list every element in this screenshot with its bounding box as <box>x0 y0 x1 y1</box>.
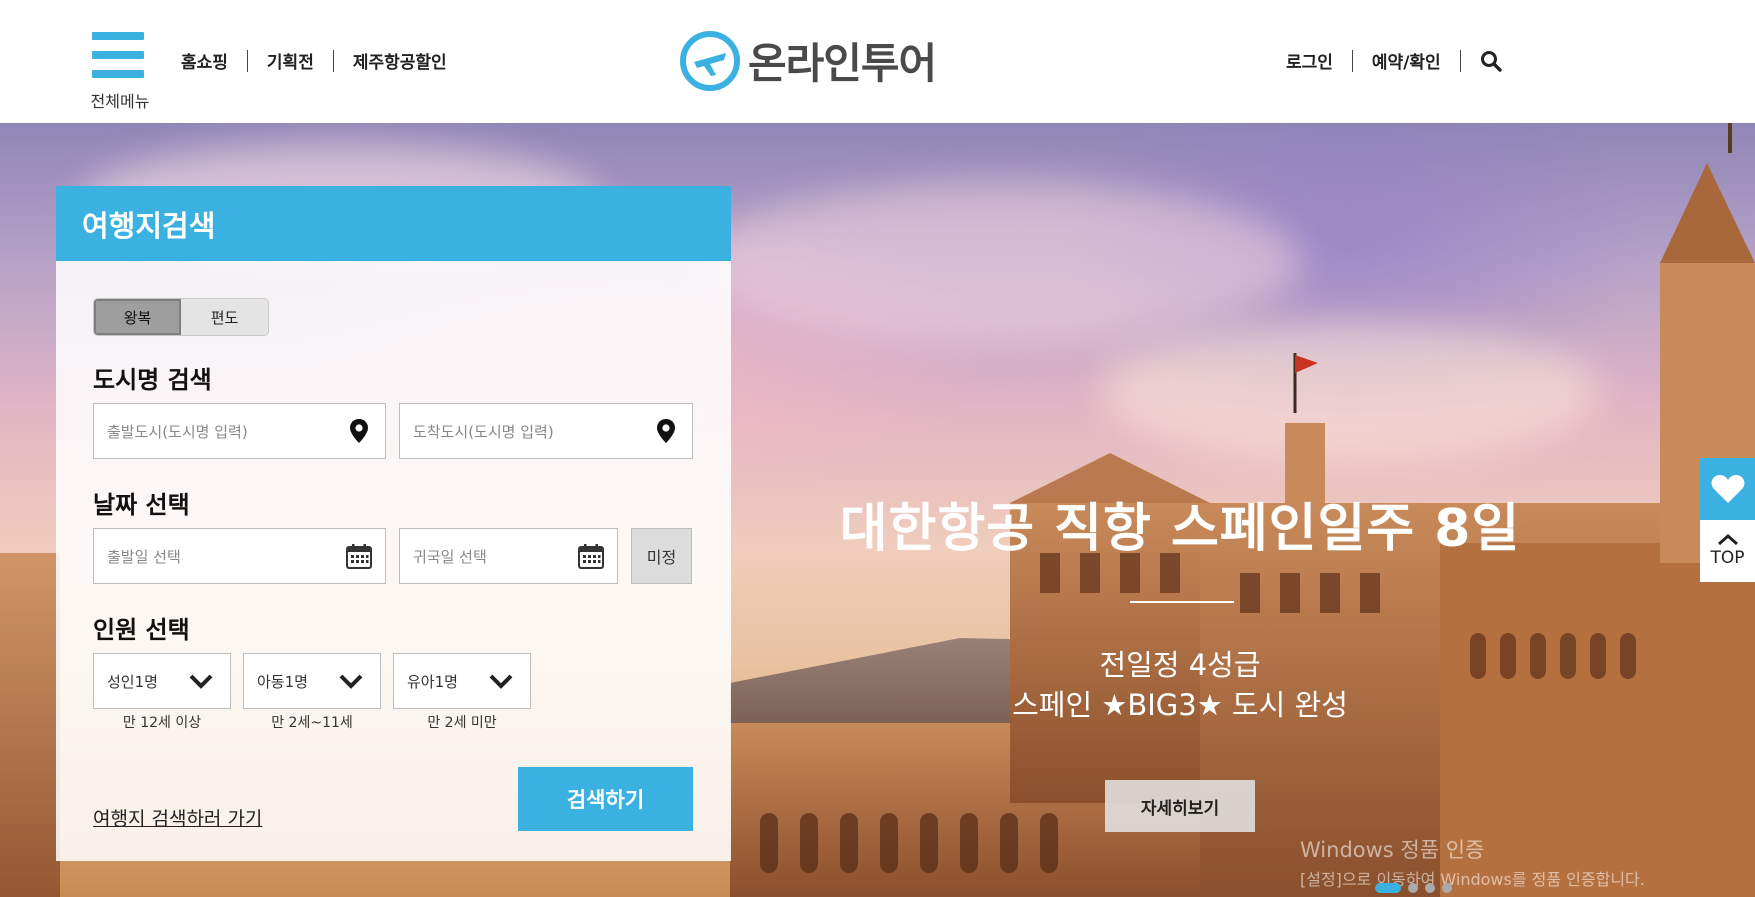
hero-title: 대한항공 직항 스페인일주 8일 <box>839 499 1521 559</box>
depart-date-placeholder: 출발일 선택 <box>107 547 181 566</box>
scroll-top-button[interactable]: TOP <box>1700 520 1755 582</box>
wishlist-button[interactable] <box>1700 458 1755 520</box>
nav-divider <box>246 49 248 72</box>
slide-pagination <box>1375 883 1452 893</box>
all-menu-button[interactable]: 전체메뉴 <box>84 28 152 111</box>
watermark-line2: [설정]으로 이동하여 Windows를 정품 인증합니다. <box>1300 870 1645 889</box>
destination-search-panel: 여행지검색 왕복 편도 도시명 검색 출발도시(도시명 입력) 도착도시(도시명… <box>56 186 731 861</box>
infant-age-note: 만 2세 미만 <box>427 715 497 731</box>
chevron-up-icon <box>1717 534 1738 546</box>
slide-dot[interactable] <box>1442 883 1452 893</box>
arrival-city-input[interactable]: 도착도시(도시명 입력) <box>399 403 693 459</box>
util-nav: 로그인 예약/확인 <box>1286 48 1502 73</box>
date-section-title: 날짜 선택 <box>93 491 190 519</box>
arrival-city-placeholder: 도착도시(도시명 입력) <box>413 422 554 441</box>
hero-subtitle-line1: 전일정 4성급 <box>1099 648 1261 682</box>
one-way-tab[interactable]: 편도 <box>181 299 268 335</box>
slide-dot[interactable] <box>1425 883 1435 893</box>
chevron-down-icon <box>339 674 363 689</box>
undecided-date-button[interactable]: 미정 <box>631 528 692 584</box>
infant-count-value: 유아1명 <box>407 672 458 691</box>
panel-title: 여행지검색 <box>82 208 216 243</box>
all-menu-label: 전체메뉴 <box>90 92 150 111</box>
reservation-check-link[interactable]: 예약/확인 <box>1372 48 1441 73</box>
trip-type-toggle: 왕복 편도 <box>93 298 269 336</box>
return-date-input[interactable]: 귀국일 선택 <box>399 528 618 584</box>
login-link[interactable]: 로그인 <box>1286 48 1333 73</box>
slide-dot[interactable] <box>1375 883 1401 893</box>
nav-jeju-air-discount[interactable]: 제주항공할인 <box>353 48 447 73</box>
search-button[interactable]: 검색하기 <box>518 767 693 831</box>
chevron-down-icon <box>189 674 213 689</box>
detail-button[interactable]: 자세히보기 <box>1105 780 1255 832</box>
go-destination-search-link[interactable]: 여행지 검색하러 가기 <box>93 804 262 831</box>
hero-subtitle-line2: 스페인 ★BIG3★ 도시 완성 <box>1012 688 1348 722</box>
child-count-value: 아동1명 <box>257 672 308 691</box>
location-pin-icon <box>350 419 368 443</box>
os-activation-watermark: Windows 정품 인증 [설정]으로 이동하여 Windows를 정품 인증… <box>1300 835 1645 895</box>
calendar-icon <box>578 544 604 569</box>
departure-city-placeholder: 출발도시(도시명 입력) <box>107 422 248 441</box>
nav-special-exhibition[interactable]: 기획전 <box>267 48 314 73</box>
calendar-icon <box>346 544 372 569</box>
slide-dot[interactable] <box>1408 883 1418 893</box>
adult-age-note: 만 12세 이상 <box>122 715 202 731</box>
chevron-down-icon <box>489 674 513 689</box>
panel-header: 여행지검색 <box>56 186 731 261</box>
location-pin-icon <box>657 419 675 443</box>
round-trip-tab[interactable]: 왕복 <box>94 299 181 335</box>
adult-count-select[interactable]: 성인1명 <box>93 653 231 709</box>
hero-divider <box>1130 601 1234 603</box>
departure-city-input[interactable]: 출발도시(도시명 입력) <box>93 403 386 459</box>
top-label: TOP <box>1710 548 1745 568</box>
util-divider <box>1351 49 1353 72</box>
hero-subtitle: 전일정 4성급 스페인 ★BIG3★ 도시 완성 <box>880 645 1480 725</box>
site-header: 전체메뉴 홈쇼핑 기획전 제주항공할인 온라인투어 로그인 예약/확인 <box>0 0 1755 123</box>
nav-homeshopping[interactable]: 홈쇼핑 <box>181 48 228 73</box>
logo-text: 온라인투어 <box>748 39 937 88</box>
main-nav: 홈쇼핑 기획전 제주항공할인 <box>181 48 447 73</box>
watermark-line1: Windows 정품 인증 <box>1300 838 1485 862</box>
util-divider <box>1459 49 1461 72</box>
hamburger-icon <box>92 32 144 78</box>
heart-icon <box>1711 475 1744 503</box>
adult-count-value: 성인1명 <box>107 672 158 691</box>
child-age-note: 만 2세~11세 <box>271 715 353 731</box>
people-section-title: 인원 선택 <box>93 616 190 644</box>
airplane-logo-icon <box>680 30 740 91</box>
search-icon[interactable] <box>1480 50 1502 72</box>
nav-divider <box>332 49 334 72</box>
infant-count-select[interactable]: 유아1명 <box>393 653 531 709</box>
site-logo[interactable]: 온라인투어 <box>680 30 937 91</box>
child-count-select[interactable]: 아동1명 <box>243 653 381 709</box>
city-section-title: 도시명 검색 <box>93 366 212 394</box>
return-date-placeholder: 귀국일 선택 <box>413 547 487 566</box>
depart-date-input[interactable]: 출발일 선택 <box>93 528 386 584</box>
